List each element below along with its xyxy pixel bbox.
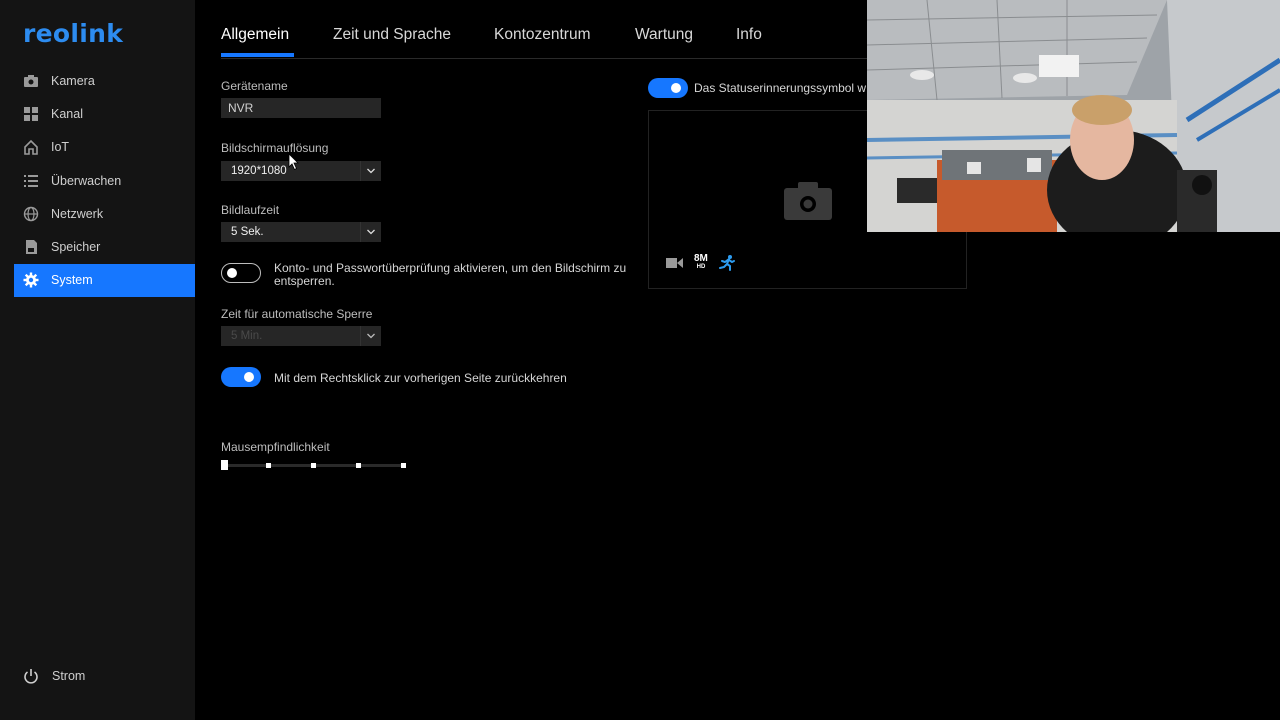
settings-tabs: Allgemein Zeit und Sprache Kontozentrum … xyxy=(221,26,881,59)
auto-lock-label: Zeit für automatische Sperre xyxy=(221,307,373,321)
password-check-toggle[interactable] xyxy=(221,263,261,283)
tab-wartung[interactable]: Wartung xyxy=(635,26,693,44)
sidebar-item-label: Kamera xyxy=(51,73,95,88)
mouse-cursor-icon xyxy=(288,153,299,171)
toggle-knob xyxy=(671,83,681,93)
auto-lock-select[interactable]: 5 Min. xyxy=(221,326,381,346)
motion-person-icon xyxy=(718,255,735,271)
tab-info[interactable]: Info xyxy=(736,26,762,44)
snapshot-camera-icon xyxy=(784,182,832,220)
resolution-badge-top: 8M xyxy=(694,253,708,264)
slider-step xyxy=(311,463,316,468)
device-name-label: Gerätename xyxy=(221,79,288,93)
gear-icon xyxy=(23,272,39,288)
tab-zeit-und-sprache[interactable]: Zeit und Sprache xyxy=(333,26,451,44)
resolution-label: Bildschirmauflösung xyxy=(221,141,329,155)
right-click-label: Mit dem Rechtsklick zur vorherigen Seite… xyxy=(274,371,567,385)
list-icon xyxy=(23,173,39,189)
resolution-value: 1920*1080 xyxy=(231,165,287,177)
password-check-label: Konto- und Passwortüberprüfung aktiviere… xyxy=(274,261,627,288)
device-name-field[interactable]: NVR xyxy=(221,98,381,118)
video-record-icon xyxy=(666,258,683,268)
slider-step xyxy=(401,463,406,468)
sidebar-item-label: Speicher xyxy=(51,240,101,255)
status-reminder-label: Das Statuserinnerungssymbol w xyxy=(694,81,867,95)
resolution-badge-bottom: HD xyxy=(696,264,706,270)
toggle-knob xyxy=(244,372,254,382)
power-label: Strom xyxy=(52,669,86,683)
reolink-logo: reolink xyxy=(23,19,124,48)
globe-icon xyxy=(23,206,39,222)
camera-icon xyxy=(23,73,39,89)
sidebar-nav: Kamera Kanal IoT Überwachen Netzwerk Spe… xyxy=(14,64,195,298)
status-reminder-toggle[interactable] xyxy=(648,78,688,98)
image-runtime-label: Bildlaufzeit xyxy=(221,203,280,217)
slider-step xyxy=(356,463,361,468)
preview-status-icons: 8M HD xyxy=(666,254,736,272)
chevron-down-icon xyxy=(360,326,381,346)
active-tab-indicator xyxy=(221,53,294,57)
storage-icon xyxy=(23,239,39,255)
sidebar: reolink Kamera Kanal IoT Überwachen Netz… xyxy=(0,0,195,720)
image-runtime-select[interactable]: 5 Sek. xyxy=(221,222,381,242)
home-icon xyxy=(23,139,39,156)
power-icon xyxy=(23,668,39,684)
mouse-sensitivity-label: Mausempfindlichkeit xyxy=(221,440,330,454)
sidebar-item-label: System xyxy=(51,273,93,288)
sidebar-item-netzwerk[interactable]: Netzwerk xyxy=(14,197,195,230)
slider-handle[interactable] xyxy=(221,460,228,470)
sidebar-item-label: Kanal xyxy=(51,106,83,121)
image-runtime-value: 5 Sek. xyxy=(231,226,264,238)
power-button[interactable]: Strom xyxy=(23,668,85,684)
chevron-down-icon xyxy=(360,222,381,242)
sidebar-item-label: IoT xyxy=(51,140,70,155)
sidebar-item-kamera[interactable]: Kamera xyxy=(14,64,195,97)
right-click-toggle[interactable] xyxy=(221,367,261,387)
sidebar-item-ueberwachen[interactable]: Überwachen xyxy=(14,164,195,197)
webcam-overlay xyxy=(867,0,1280,232)
grid-icon xyxy=(23,106,39,122)
sidebar-item-speicher[interactable]: Speicher xyxy=(14,230,195,263)
resolution-select[interactable]: 1920*1080 xyxy=(221,161,381,181)
toggle-knob xyxy=(227,267,237,278)
resolution-badge: 8M HD xyxy=(694,253,708,271)
tab-kontozentrum[interactable]: Kontozentrum xyxy=(494,26,591,44)
sidebar-item-label: Überwachen xyxy=(51,173,122,188)
sidebar-item-kanal[interactable]: Kanal xyxy=(14,97,195,130)
sidebar-item-system[interactable]: System xyxy=(14,263,195,298)
auto-lock-value: 5 Min. xyxy=(231,330,263,342)
sidebar-item-label: Netzwerk xyxy=(51,206,104,221)
tab-allgemein[interactable]: Allgemein xyxy=(221,26,289,44)
sidebar-item-iot[interactable]: IoT xyxy=(14,131,195,164)
slider-step xyxy=(266,463,271,468)
chevron-down-icon xyxy=(360,161,381,181)
